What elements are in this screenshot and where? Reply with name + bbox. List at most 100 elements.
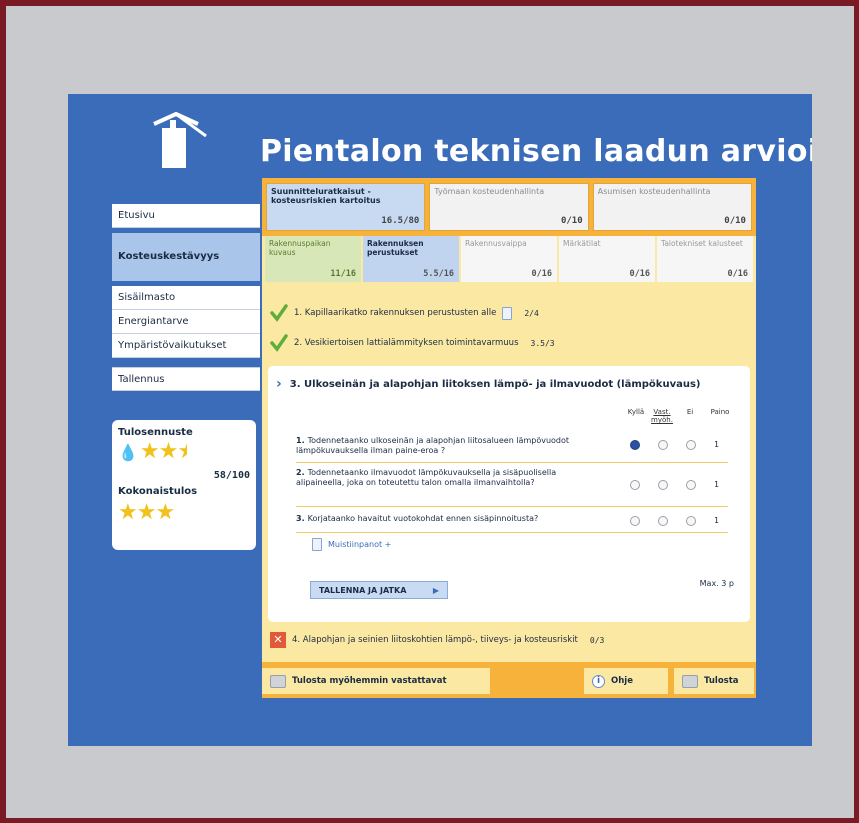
subtab-score: 0/16 [727, 269, 748, 279]
item-score: 2/4 [524, 308, 539, 318]
print-later-label: Tulosta myöhemmin vastattavat [292, 676, 447, 686]
radio-q3-kylla[interactable] [630, 516, 640, 526]
tab-category-asuminen[interactable]: Asumisen kosteudenhallinta 0/10 [592, 183, 752, 231]
notes-icon [312, 538, 322, 551]
question-weight: 1 [714, 440, 719, 449]
item-label: 4. Alapohjan ja seinien liitoskohtien lä… [292, 635, 578, 645]
star-icon: ★ [118, 500, 138, 525]
question-text: Todennetaanko ilmavuodot lämpökuvauksell… [296, 468, 557, 487]
item-row-2[interactable]: 2. Vesikiertoisen lattialämmityksen toim… [270, 334, 555, 352]
column-header-vast-myoh: Vast. myöh. [651, 408, 673, 424]
subtab-score: 0/16 [629, 269, 650, 279]
tab-rakennuspaikan-kuvaus[interactable]: Rakennuspaikan kuvaus 11/16 [265, 236, 361, 282]
photo-mat: Pientalon teknisen laadun arviointi Etus… [6, 6, 854, 818]
star-icon: ★ [139, 439, 160, 464]
nav-item-tallennus[interactable]: Tallennus [112, 367, 260, 391]
app-title: Pientalon teknisen laadun arviointi [260, 134, 812, 169]
tab-category-suunnitteluratkaisut[interactable]: Suunnitteluratkaisut - kosteusriskien ka… [266, 183, 426, 231]
question-number: 2. [296, 468, 305, 477]
radio-q2-kylla[interactable] [630, 480, 640, 490]
print-button[interactable]: Tulosta [674, 668, 754, 694]
nav-item-energiantarve[interactable]: Energiantarve [112, 310, 260, 334]
radio-q2-ei[interactable] [686, 480, 696, 490]
app-screen: Pientalon teknisen laadun arviointi Etus… [68, 94, 812, 746]
divider [296, 462, 728, 463]
question-weight: 1 [714, 516, 719, 525]
nav-item-etusivu[interactable]: Etusivu [112, 204, 260, 228]
help-button[interactable]: i Ohje [584, 668, 668, 694]
help-label: Ohje [611, 676, 633, 686]
item-row-4[interactable]: ✕ 4. Alapohjan ja seinien liitoskohtien … [270, 632, 604, 648]
forecast-rating: 💧 ★★★ [118, 440, 250, 464]
radio-q3-vast-myoh[interactable] [658, 516, 668, 526]
category-label: Työmaan kosteudenhallinta [434, 187, 545, 196]
radio-q2-vast-myoh[interactable] [658, 480, 668, 490]
score-panel: Tulosennuste 💧 ★★★ 58/100 Kokonaistulos … [112, 420, 256, 550]
save-button-label: TALLENNA JA JATKA [319, 585, 407, 595]
info-icon: i [592, 674, 605, 688]
printer-icon [682, 674, 698, 688]
item-score: 3.5/3 [530, 338, 555, 348]
document-icon [502, 306, 513, 320]
bottom-toolbar: Tulosta myöhemmin vastattavat i Ohje Tul… [262, 662, 756, 698]
subtab-score: 11/16 [330, 269, 356, 279]
main-panel: Suunnitteluratkaisut - kosteusriskien ka… [262, 178, 756, 698]
radio-q3-ei[interactable] [686, 516, 696, 526]
star-icon: ★ [136, 500, 157, 525]
left-nav: Etusivu Kosteuskestävyys Sisäilmasto Ene… [112, 204, 260, 391]
radio-q1-kylla[interactable] [630, 440, 640, 450]
notes-link[interactable]: Muistiinpanot + [312, 538, 391, 551]
forecast-label: Tulosennuste [118, 427, 193, 438]
subtab-label: Rakennuksen perustukset [367, 239, 424, 257]
question-weight: 1 [714, 480, 719, 489]
question-text: Todennetaanko ulkoseinän ja alapohjan li… [296, 436, 570, 455]
category-label: Suunnitteluratkaisut - kosteusriskien ka… [271, 187, 381, 205]
item-label: 2. Vesikiertoisen lattialämmityksen toim… [294, 338, 519, 348]
tab-rakennusvaippa[interactable]: Rakennusvaippa 0/16 [461, 236, 557, 282]
category-score: 16.5/80 [381, 216, 420, 226]
print-later-button[interactable]: Tulosta myöhemmin vastattavat [262, 668, 490, 694]
category-label: Asumisen kosteudenhallinta [597, 187, 711, 196]
question-2: 2. Todennetaanko ilmavuodot lämpökuvaukse… [296, 468, 596, 488]
question-card: › 3. Ulkoseinän ja alapohjan liitoksen l… [268, 366, 750, 622]
house-logo-icon [153, 111, 207, 168]
chevron-right-icon: › [276, 376, 282, 392]
item-score: 0/3 [589, 635, 605, 645]
question-number: 1. [296, 436, 305, 445]
tab-markatilat[interactable]: Märkätilat 0/16 [559, 236, 655, 282]
category-score: 0/10 [724, 216, 746, 226]
forecast-stars: ★★★ [140, 440, 187, 464]
tab-rakennuksen-perustukset[interactable]: Rakennuksen perustukset 5.5/16 [363, 236, 459, 282]
radio-q1-ei[interactable] [686, 440, 696, 450]
star-icon: ★ [155, 500, 175, 525]
notes-link-label: Muistiinpanot + [328, 540, 392, 549]
question-card-title: › 3. Ulkoseinän ja alapohjan liitoksen l… [276, 376, 700, 392]
category-tabs: Suunnitteluratkaisut - kosteusriskien ka… [262, 178, 756, 236]
subtab-label: Talotekniset kalusteet [661, 239, 743, 248]
printer-icon [270, 674, 286, 688]
overall-label: Kokonaistulos [118, 486, 198, 497]
radio-q1-vast-myoh[interactable] [658, 440, 668, 450]
nav-item-sisailmasto[interactable]: Sisäilmasto [112, 286, 260, 310]
overall-stars: ★★★ [118, 501, 250, 525]
item-label: 1. Kapillaarikatko rakennuksen perustust… [294, 308, 497, 318]
subtab-label: Rakennuspaikan kuvaus [269, 239, 331, 257]
question-3: 3. Korjataanko havaitut vuotokohdat ennen… [296, 514, 596, 524]
nav-item-kosteuskestavyys[interactable]: Kosteuskestävyys [112, 233, 260, 281]
subcategory-tabs: Rakennuspaikan kuvaus 11/16 Rakennuksen … [262, 236, 756, 282]
star-icon: ★ [158, 439, 179, 464]
save-and-continue-button[interactable]: TALLENNA JA JATKA ▶ [310, 581, 448, 599]
forecast-value: 58/100 [213, 470, 250, 481]
subtab-score: 0/16 [531, 269, 552, 279]
nav-item-ymparistovaikutukset[interactable]: Ympäristövaikutukset [112, 334, 260, 358]
max-points-note: Max. 3 p [699, 579, 734, 588]
item-row-1[interactable]: 1. Kapillaarikatko rakennuksen perustust… [270, 304, 539, 322]
tab-talotekniset-kalusteet[interactable]: Talotekniset kalusteet 0/16 [657, 236, 753, 282]
tab-category-tyomaa[interactable]: Työmaan kosteudenhallinta 0/10 [429, 183, 589, 231]
subtab-score: 5.5/16 [423, 269, 454, 279]
column-header-kylla: Kyllä [627, 408, 645, 416]
half-star-icon: ★ [177, 440, 188, 464]
question-text: Korjataanko havaitut vuotokohdat ennen s… [307, 514, 539, 523]
subtab-label: Märkätilat [563, 239, 601, 248]
play-arrow-icon: ▶ [432, 585, 439, 595]
